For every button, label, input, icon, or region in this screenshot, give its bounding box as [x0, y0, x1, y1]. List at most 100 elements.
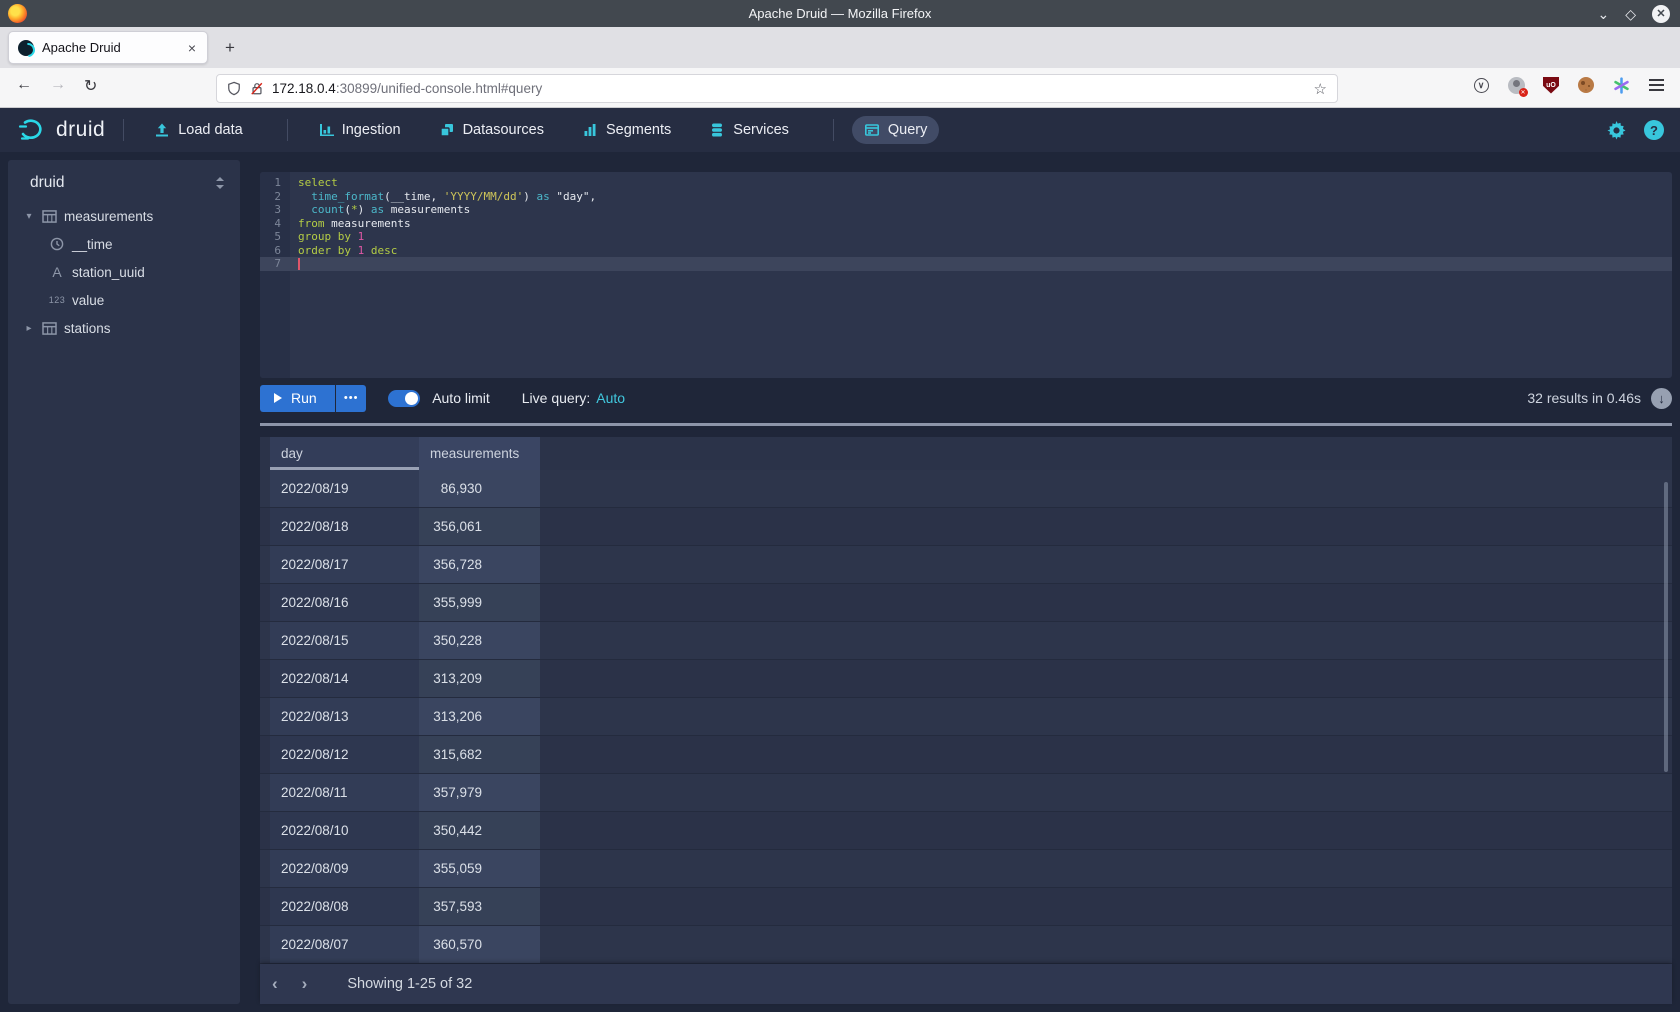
nav-item-query[interactable]: Query [852, 116, 940, 144]
table-row[interactable]: 2022/08/09355,059 [260, 850, 1672, 888]
cell-measurements[interactable]: 86,930 [419, 470, 540, 507]
tree-item-station_uuid[interactable]: Astation_uuid [8, 258, 240, 286]
nav-item-ingestion[interactable]: Ingestion [306, 116, 413, 144]
table-row[interactable]: 2022/08/1986,930 [260, 470, 1672, 508]
auto-limit-toggle[interactable] [388, 390, 420, 407]
help-icon[interactable]: ? [1644, 120, 1664, 140]
cell-measurements[interactable]: 355,059 [419, 850, 540, 887]
window-close-icon[interactable]: ✕ [1652, 5, 1670, 23]
toggle-knob [405, 392, 418, 405]
url-text[interactable]: 172.18.0.4:30899/unified-console.html#qu… [272, 81, 1314, 96]
download-icon[interactable]: ↓ [1651, 388, 1672, 409]
shield-permissions-icon[interactable] [227, 81, 241, 96]
table-row[interactable]: 2022/08/17356,728 [260, 546, 1672, 584]
cell-measurements[interactable]: 350,228 [419, 622, 540, 659]
cell-day[interactable]: 2022/08/19 [270, 470, 419, 507]
reload-icon[interactable]: ↻ [84, 76, 97, 96]
tree-item-stations[interactable]: ▸ stations [8, 314, 240, 342]
cell-measurements[interactable]: 315,682 [419, 736, 540, 773]
cell-measurements[interactable]: 357,593 [419, 888, 540, 925]
editor-line-6[interactable]: 6order by 1 desc [260, 244, 1672, 258]
pocket-icon[interactable]: ∨ [1471, 75, 1491, 95]
table-row[interactable]: 2022/08/12315,682 [260, 736, 1672, 774]
new-tab-button[interactable]: + [219, 37, 241, 59]
chevron-down-icon[interactable]: ▾ [22, 211, 36, 222]
account-icon[interactable] [1506, 75, 1526, 95]
run-button[interactable]: Run [260, 385, 335, 412]
browser-tab[interactable]: Apache Druid × [8, 31, 208, 64]
gear-icon[interactable] [1607, 121, 1626, 140]
cell-day[interactable]: 2022/08/12 [270, 736, 419, 773]
cell-day[interactable]: 2022/08/08 [270, 888, 419, 925]
cell-measurements[interactable]: 313,209 [419, 660, 540, 697]
sort-icon[interactable] [214, 176, 226, 190]
tab-close-icon[interactable]: × [186, 40, 198, 56]
table-row[interactable]: 2022/08/14313,209 [260, 660, 1672, 698]
schema-name[interactable]: druid [30, 174, 214, 192]
table-row[interactable]: 2022/08/13313,206 [260, 698, 1672, 736]
browser-toolbar: ← → ↻ 172.18.0.4:30899/unified-console.h… [0, 68, 1680, 108]
druid-logo[interactable]: druid [18, 117, 105, 143]
table-row[interactable]: 2022/08/15350,228 [260, 622, 1672, 660]
back-icon[interactable]: ← [16, 76, 32, 94]
tree-item-time[interactable]: __time [8, 230, 240, 258]
nav-item-services[interactable]: Services [697, 116, 801, 144]
column-header-day[interactable]: day [270, 437, 419, 470]
tree-item-label: stations [64, 321, 111, 336]
table-row[interactable]: 2022/08/18356,061 [260, 508, 1672, 546]
cell-day[interactable]: 2022/08/18 [270, 508, 419, 545]
cell-day[interactable]: 2022/08/14 [270, 660, 419, 697]
table-row[interactable]: 2022/08/16355,999 [260, 584, 1672, 622]
cell-day[interactable]: 2022/08/15 [270, 622, 419, 659]
cell-measurements[interactable]: 360,570 [419, 926, 540, 963]
tree-item-measurements[interactable]: ▾measurements [8, 202, 240, 230]
cell-measurements[interactable]: 350,442 [419, 812, 540, 849]
menu-icon[interactable] [1646, 75, 1666, 95]
nav-item-load-data[interactable]: Load data [142, 116, 255, 144]
cell-measurements[interactable]: 356,061 [419, 508, 540, 545]
editor-line-7[interactable]: 7 [260, 257, 1672, 271]
window-maximize-icon[interactable]: ◇ [1625, 7, 1636, 21]
cell-day[interactable]: 2022/08/13 [270, 698, 419, 735]
url-bar[interactable]: 172.18.0.4:30899/unified-console.html#qu… [216, 74, 1338, 103]
editor-line-4[interactable]: 4from measurements [260, 217, 1672, 231]
next-page-icon[interactable]: › [290, 974, 320, 994]
cell-day[interactable]: 2022/08/07 [270, 926, 419, 963]
table-icon [40, 322, 58, 335]
ublock-icon[interactable]: uO [1541, 75, 1561, 95]
table-row[interactable]: 2022/08/07360,570 [260, 926, 1672, 964]
editor-line-2[interactable]: 2 time_format(__time, 'YYYY/MM/dd') as "… [260, 190, 1672, 204]
insecure-lock-icon[interactable] [250, 81, 264, 96]
editor-line-5[interactable]: 5group by 1 [260, 230, 1672, 244]
container-asterisk-icon[interactable] [1611, 75, 1631, 95]
sql-editor[interactable]: 1select2 time_format(__time, 'YYYY/MM/dd… [260, 172, 1672, 378]
cell-measurements[interactable]: 355,999 [419, 584, 540, 621]
table-row[interactable]: 2022/08/10350,442 [260, 812, 1672, 850]
table-row[interactable]: 2022/08/11357,979 [260, 774, 1672, 812]
table-row[interactable]: 2022/08/08357,593 [260, 888, 1672, 926]
nav-item-datasources[interactable]: Datasources [427, 116, 556, 144]
cell-day[interactable]: 2022/08/16 [270, 584, 419, 621]
cell-day[interactable]: 2022/08/10 [270, 812, 419, 849]
cell-measurements[interactable]: 356,728 [419, 546, 540, 583]
row-gutter [260, 584, 270, 621]
column-header-measurements[interactable]: measurements [419, 437, 540, 470]
table-scrollbar[interactable] [1664, 482, 1668, 772]
tab-title: Apache Druid [42, 40, 186, 55]
tree-item-value[interactable]: 123value [8, 286, 240, 314]
editor-line-3[interactable]: 3 count(*) as measurements [260, 203, 1672, 217]
chevron-right-icon[interactable]: ▸ [22, 323, 36, 334]
cell-day[interactable]: 2022/08/09 [270, 850, 419, 887]
live-query-value[interactable]: Auto [596, 390, 625, 406]
cell-measurements[interactable]: 313,206 [419, 698, 540, 735]
editor-line-1[interactable]: 1select [260, 176, 1672, 190]
cell-measurements[interactable]: 357,979 [419, 774, 540, 811]
cell-day[interactable]: 2022/08/17 [270, 546, 419, 583]
prev-page-icon[interactable]: ‹ [260, 974, 290, 994]
run-more-button[interactable]: ••• [336, 385, 366, 412]
cookie-extension-icon[interactable] [1576, 75, 1596, 95]
window-minimize-icon[interactable]: ⌄ [1597, 7, 1609, 21]
nav-item-segments[interactable]: Segments [570, 116, 683, 144]
cell-day[interactable]: 2022/08/11 [270, 774, 419, 811]
bookmark-star-icon[interactable]: ☆ [1314, 80, 1327, 98]
